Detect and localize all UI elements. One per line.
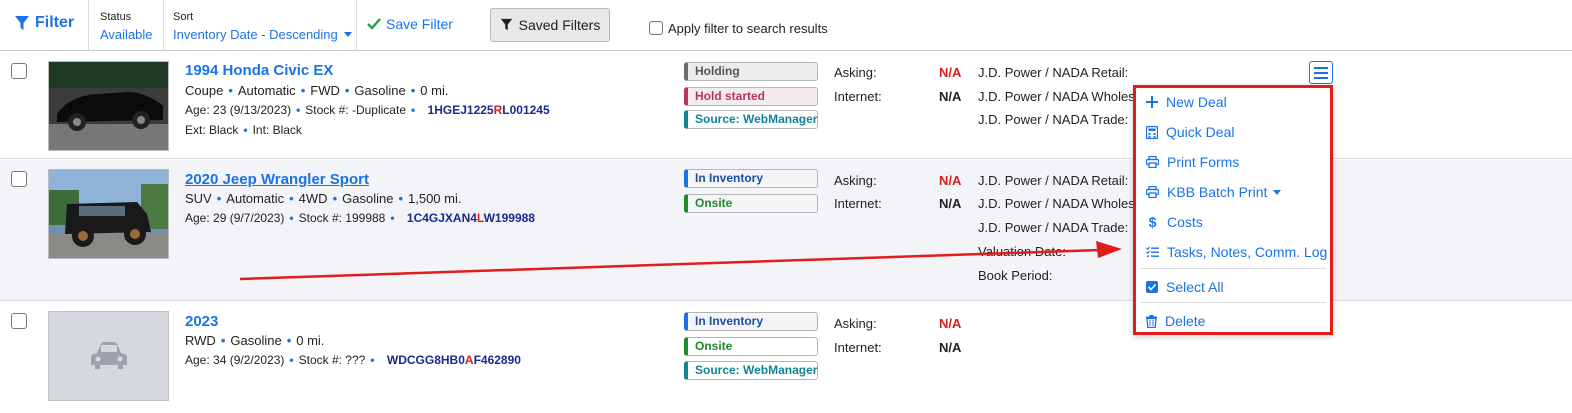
menu-item-label: Costs <box>1167 214 1203 230</box>
annotation-arrow <box>239 241 1122 281</box>
menu-item-new-deal[interactable]: New Deal <box>1146 94 1227 110</box>
menu-item-label: Quick Deal <box>1166 124 1235 140</box>
menu-divider <box>1140 268 1326 269</box>
row-actions-menu: New Deal Quick Deal Print Forms KBB Batc… <box>1133 85 1333 335</box>
trash-icon <box>1146 314 1157 328</box>
menu-item-select-all[interactable]: Select All <box>1146 279 1224 295</box>
menu-item-print-forms[interactable]: Print Forms <box>1146 154 1239 170</box>
checklist-icon <box>1146 246 1159 257</box>
menu-item-delete[interactable]: Delete <box>1146 313 1205 329</box>
printer-icon <box>1146 186 1159 198</box>
menu-item-quick-deal[interactable]: Quick Deal <box>1146 124 1234 140</box>
printer-icon <box>1146 156 1159 168</box>
menu-item-label: Tasks, Notes, Comm. Log <box>1167 244 1328 260</box>
menu-item-label: Delete <box>1165 313 1206 329</box>
menu-item-tasks-notes[interactable]: Tasks, Notes, Comm. Log <box>1146 244 1327 260</box>
calculator-icon <box>1146 125 1158 139</box>
menu-item-kbb-batch-print[interactable]: KBB Batch Print <box>1146 184 1282 200</box>
menu-item-costs[interactable]: $ Costs <box>1146 214 1203 230</box>
menu-item-label: New Deal <box>1166 94 1227 110</box>
menu-item-label: Select All <box>1166 279 1224 295</box>
menu-item-label: KBB Batch Print <box>1167 184 1268 200</box>
menu-divider <box>1140 302 1326 303</box>
checkbox-checked-icon <box>1146 281 1158 293</box>
plus-icon <box>1146 96 1158 108</box>
caret-down-icon <box>1273 189 1282 195</box>
menu-item-label: Print Forms <box>1167 154 1240 170</box>
dollar-icon: $ <box>1148 214 1157 230</box>
